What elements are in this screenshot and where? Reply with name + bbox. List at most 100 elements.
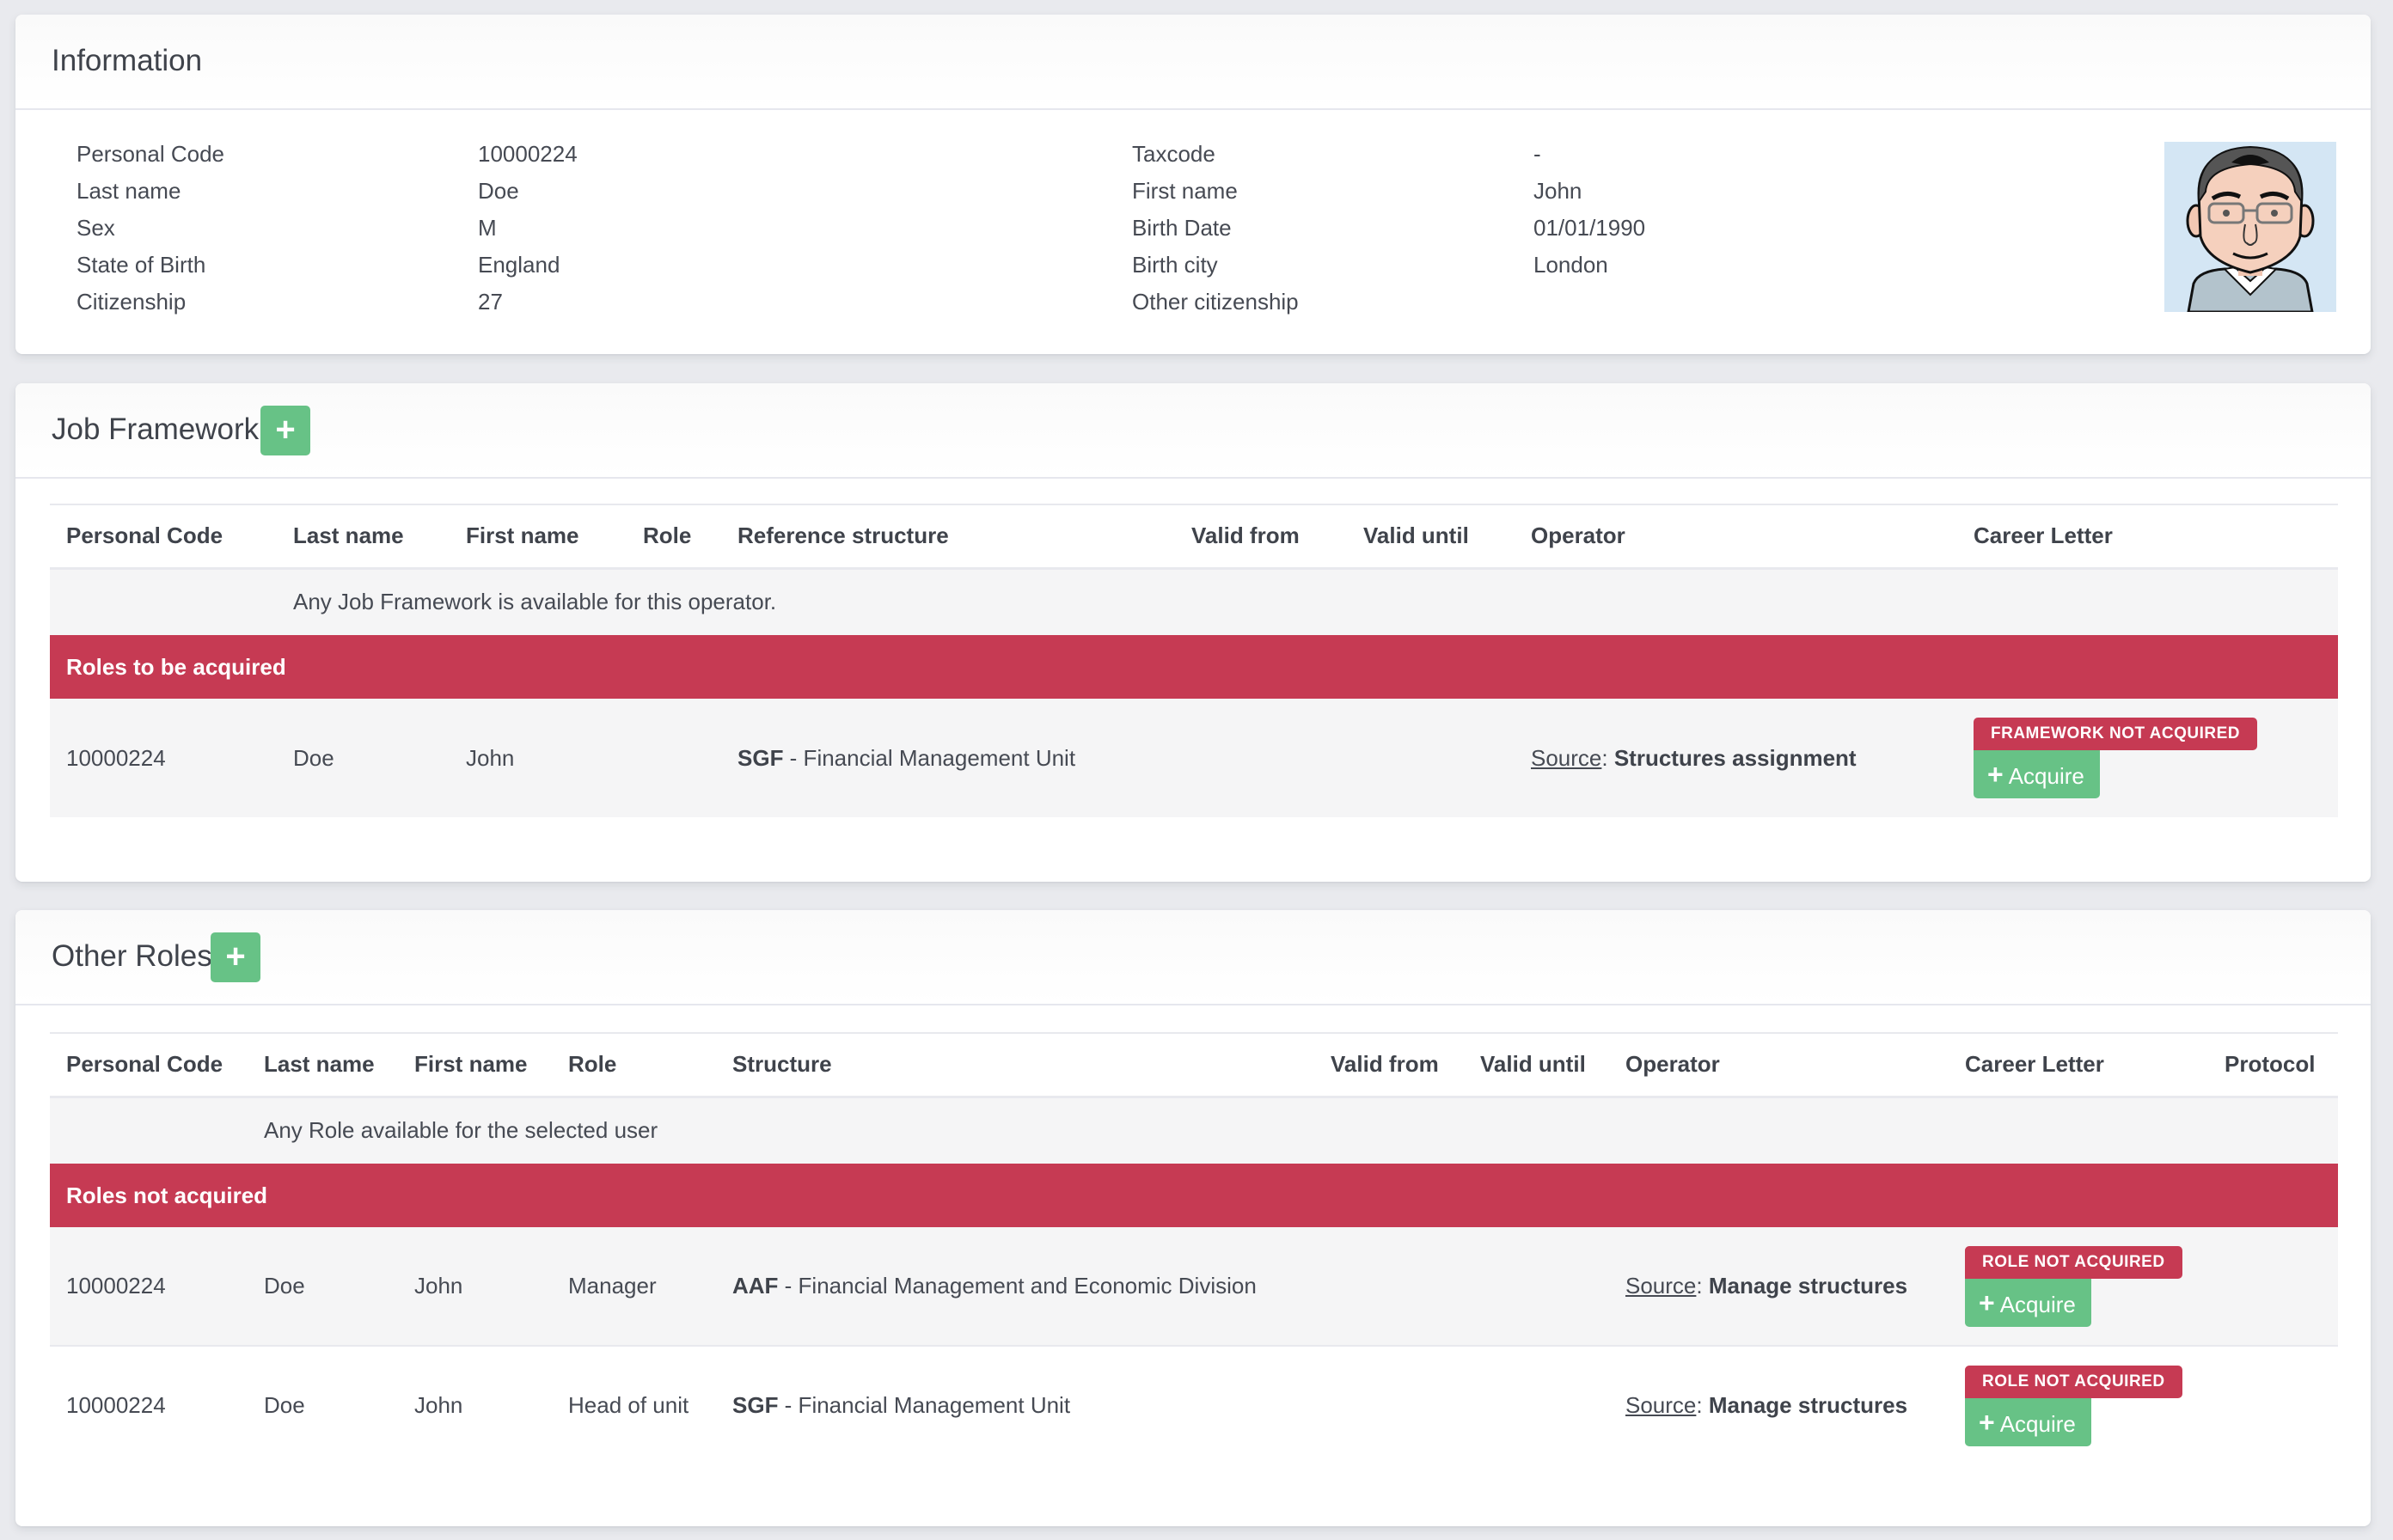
source-value: Manage structures (1708, 1392, 1908, 1418)
info-value: 10000224 (478, 141, 578, 167)
group-label: Roles not acquired (50, 1164, 2338, 1227)
info-value: John (1533, 178, 1582, 204)
info-field-birth-city: Birth city London (1132, 252, 1608, 278)
other-roles-title: Other Roles (52, 939, 212, 973)
cell-valid-from (1175, 699, 1347, 817)
acquire-button[interactable]: + Acquire (1965, 1397, 2091, 1446)
acquire-label: Acquire (1999, 1291, 2076, 1317)
acquire-button[interactable]: + Acquire (1965, 1278, 2091, 1327)
cell-first-name: John (398, 1227, 552, 1346)
cell-role (627, 699, 721, 817)
column-header[interactable]: Personal Code (50, 1033, 248, 1097)
info-field-birth-date: Birth Date 01/01/1990 (1132, 215, 1645, 241)
information-card: Information Personal Code 10000224 Last … (15, 15, 2371, 354)
source-value: Manage structures (1708, 1273, 1908, 1299)
cell-operator: Source: Structures assignment (1515, 699, 1957, 817)
status-badge: ROLE NOT ACQUIRED (1965, 1245, 2182, 1279)
cell-valid-from (1314, 1227, 1464, 1346)
empty-cell (50, 1097, 248, 1164)
source-link[interactable]: Source (1625, 1392, 1696, 1418)
info-field-other-citizenship: Other citizenship (1132, 289, 1299, 315)
cell-protocol (2208, 1227, 2338, 1346)
empty-message: Any Job Framework is available for this … (277, 568, 2338, 635)
source-colon: : (1601, 744, 1614, 771)
column-header[interactable]: Last name (277, 504, 450, 568)
other-roles-table: Personal Code Last name First name Role … (50, 1032, 2338, 1464)
cell-last-name: Doe (277, 699, 450, 817)
empty-message: Any Role available for the selected user (248, 1097, 2338, 1164)
group-row-roles-to-be-acquired: Roles to be acquired (50, 635, 2338, 699)
cell-structure: SGF - Financial Management Unit (716, 1345, 1314, 1464)
column-header[interactable]: Operator (1515, 504, 1957, 568)
column-header[interactable]: Structure (716, 1033, 1314, 1097)
column-header[interactable]: Reference structure (721, 504, 1175, 568)
column-header[interactable]: Personal Code (50, 504, 277, 568)
status-badge: FRAMEWORK NOT ACQUIRED (1974, 718, 2257, 750)
column-header[interactable]: Career Letter (1949, 1033, 2208, 1097)
info-value: London (1533, 252, 1608, 278)
empty-state-row: Any Job Framework is available for this … (50, 568, 2338, 635)
cell-structure: SGF - Financial Management Unit (721, 699, 1175, 817)
column-header[interactable]: Operator (1609, 1033, 1949, 1097)
info-label: Sex (77, 215, 115, 241)
info-field-state-of-birth: State of Birth England (77, 252, 560, 278)
cell-first-name: John (398, 1345, 552, 1464)
cell-valid-from (1314, 1345, 1464, 1464)
column-header[interactable]: First name (398, 1033, 552, 1097)
info-label: Other citizenship (1132, 289, 1299, 315)
cell-first-name: John (450, 699, 627, 817)
cell-career-letter: ROLE NOT ACQUIRED + Acquire (1949, 1345, 2208, 1464)
column-header[interactable]: Protocol (2208, 1033, 2338, 1097)
info-label: Personal Code (77, 141, 224, 167)
source-link[interactable]: Source (1531, 745, 1601, 771)
info-label: Birth Date (1132, 215, 1232, 241)
cell-structure: AAF - Financial Management and Economic … (716, 1227, 1314, 1346)
empty-state-row: Any Role available for the selected user (50, 1097, 2338, 1164)
empty-cell (50, 568, 277, 635)
plus-icon: + (1979, 1406, 1995, 1438)
column-header[interactable]: Valid from (1314, 1033, 1464, 1097)
info-label: Birth city (1132, 252, 1218, 278)
status-badge: ROLE NOT ACQUIRED (1965, 1365, 2182, 1398)
cell-career-letter: FRAMEWORK NOT ACQUIRED + Acquire (1957, 699, 2338, 817)
column-header[interactable]: First name (450, 504, 627, 568)
structure-name: - Financial Management Unit (783, 744, 1076, 771)
job-framework-header: Job Framework + (15, 383, 2371, 479)
other-roles-table-wrapper: Personal Code Last name First name Role … (50, 1032, 2338, 1464)
source-colon: : (1696, 1273, 1709, 1299)
acquire-button[interactable]: + Acquire (1974, 750, 2100, 798)
structure-name: - Financial Management Unit (778, 1392, 1071, 1418)
info-label: State of Birth (77, 252, 206, 278)
add-job-framework-button[interactable]: + (260, 406, 310, 455)
job-framework-table: Personal Code Last name First name Role … (50, 504, 2338, 817)
source-link[interactable]: Source (1625, 1273, 1696, 1299)
cell-role: Head of unit (552, 1345, 716, 1464)
column-header[interactable]: Last name (248, 1033, 398, 1097)
info-value: England (478, 252, 560, 278)
structure-code: SGF (737, 744, 784, 771)
column-header[interactable]: Valid until (1347, 504, 1515, 568)
table-row: 10000224 Doe John Head of unit SGF - Fin… (50, 1345, 2338, 1464)
info-label: Last name (77, 178, 181, 204)
cell-career-letter: ROLE NOT ACQUIRED + Acquire (1949, 1227, 2208, 1346)
column-header[interactable]: Valid from (1175, 504, 1347, 568)
cell-valid-until (1464, 1345, 1609, 1464)
column-header[interactable]: Career Letter (1957, 504, 2338, 568)
info-field-last-name: Last name Doe (77, 178, 519, 204)
plus-icon: + (275, 411, 296, 449)
cell-role: Manager (552, 1227, 716, 1346)
add-role-button[interactable]: + (211, 932, 260, 982)
column-header[interactable]: Role (627, 504, 721, 568)
other-roles-card: Other Roles + Personal Code Last name Fi… (15, 910, 2371, 1526)
column-header[interactable]: Valid until (1464, 1033, 1609, 1097)
table-row: 10000224 Doe John Manager AAF - Financia… (50, 1227, 2338, 1346)
column-header[interactable]: Role (552, 1033, 716, 1097)
cell-valid-until (1347, 699, 1515, 817)
cell-operator: Source: Manage structures (1609, 1345, 1949, 1464)
info-label: First name (1132, 178, 1238, 204)
cell-personal-code: 10000224 (50, 1227, 248, 1346)
group-row-roles-not-acquired: Roles not acquired (50, 1164, 2338, 1227)
cell-last-name: Doe (248, 1345, 398, 1464)
cell-last-name: Doe (248, 1227, 398, 1346)
cell-personal-code: 10000224 (50, 1345, 248, 1464)
